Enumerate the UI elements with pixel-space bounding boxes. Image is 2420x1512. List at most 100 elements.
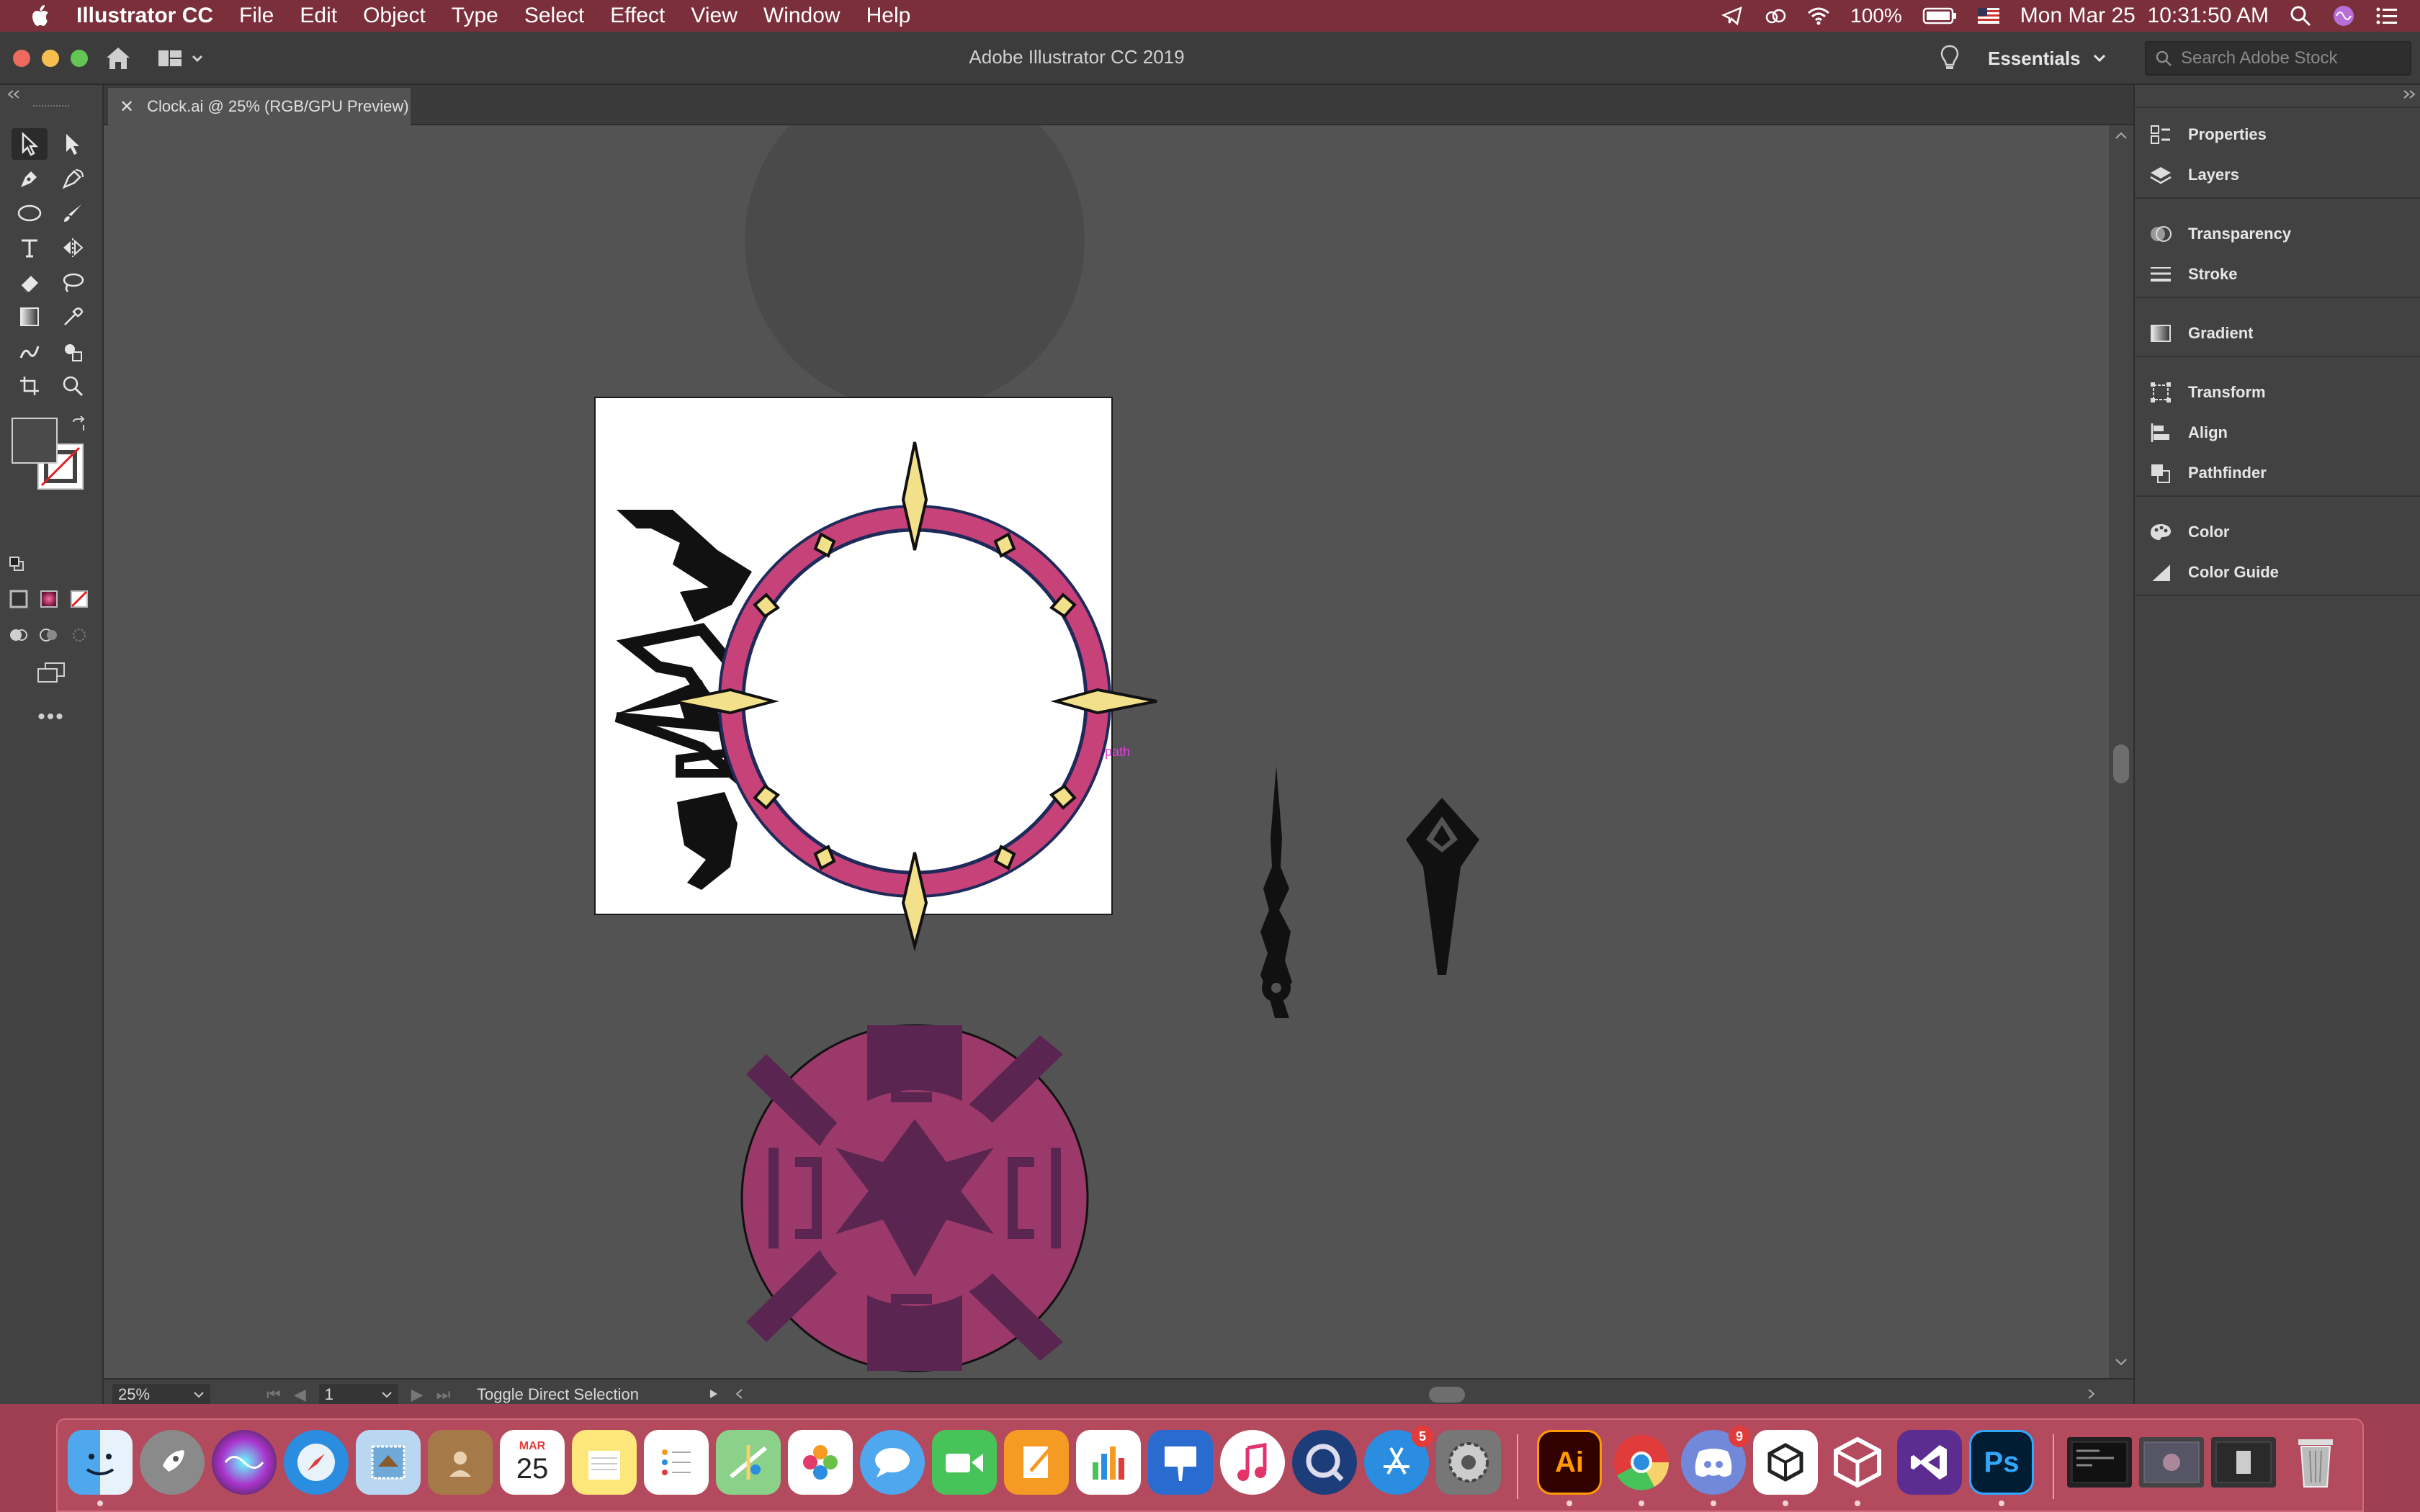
edit-toolbar-button[interactable]: ••• bbox=[33, 701, 69, 733]
panel-color-guide[interactable]: Color Guide bbox=[2148, 554, 2279, 590]
menu-effect[interactable]: Effect bbox=[610, 4, 665, 28]
workspace-dropdown[interactable]: Essentials bbox=[1988, 45, 2107, 72]
selection-tool[interactable] bbox=[12, 128, 48, 160]
tab-clock-ai[interactable]: ✕ Clock.ai @ 25% (RGB/GPU Preview) bbox=[108, 88, 411, 125]
gradient-tool[interactable] bbox=[12, 301, 48, 333]
draw-behind-button[interactable] bbox=[36, 622, 62, 648]
wifi-icon[interactable] bbox=[1807, 4, 1830, 27]
scroll-left-arrow-icon[interactable] bbox=[735, 1388, 743, 1400]
dock-unity-hub[interactable] bbox=[1753, 1430, 1818, 1495]
vertical-scroll-thumb[interactable] bbox=[2113, 744, 2129, 783]
dock-app-store[interactable]: 5 bbox=[1364, 1426, 1433, 1495]
menu-window[interactable]: Window bbox=[763, 4, 841, 28]
first-artboard-icon[interactable]: ⏮ bbox=[266, 1385, 281, 1404]
next-artboard-icon[interactable]: ▶ bbox=[411, 1385, 424, 1404]
panel-transform[interactable]: Transform bbox=[2148, 374, 2266, 410]
fill-swatch-front[interactable] bbox=[12, 418, 58, 464]
dock-visual-studio[interactable] bbox=[1897, 1430, 1962, 1495]
paintbrush-tool[interactable] bbox=[55, 197, 91, 229]
artboard-number-dropdown[interactable]: 1 bbox=[318, 1384, 398, 1405]
dock-siri[interactable] bbox=[212, 1430, 277, 1495]
scroll-down-arrow-icon[interactable] bbox=[2115, 1358, 2128, 1367]
draw-inside-button[interactable] bbox=[66, 622, 92, 648]
swap-fill-stroke-icon[interactable] bbox=[71, 416, 88, 433]
flag-icon[interactable] bbox=[1977, 4, 2000, 27]
status-text[interactable]: Toggle Direct Selection bbox=[477, 1385, 639, 1404]
direct-selection-tool[interactable] bbox=[55, 128, 91, 160]
dock-calendar[interactable]: MAR 25 bbox=[500, 1430, 565, 1495]
status-menu-arrow-icon[interactable] bbox=[709, 1388, 719, 1400]
dock-minimized-photoshop[interactable] bbox=[2211, 1437, 2276, 1488]
eraser-tool[interactable] bbox=[12, 266, 48, 298]
dock-quicktime[interactable] bbox=[1292, 1430, 1357, 1495]
dock-chrome[interactable] bbox=[1609, 1430, 1674, 1495]
menu-file[interactable]: File bbox=[239, 4, 274, 28]
dock-minimized-browser[interactable] bbox=[2139, 1437, 2204, 1488]
eyedropper-tool[interactable] bbox=[55, 301, 91, 333]
dock-photos[interactable] bbox=[788, 1430, 853, 1495]
dock-contacts[interactable] bbox=[428, 1430, 493, 1495]
puppet-warp-tool[interactable] bbox=[12, 336, 48, 367]
dock-minimized-terminal[interactable] bbox=[2067, 1437, 2132, 1488]
shape-builder-tool[interactable] bbox=[55, 336, 91, 367]
last-artboard-icon[interactable]: ⏭ bbox=[436, 1385, 451, 1404]
collapse-toolbar-icon[interactable] bbox=[6, 89, 23, 99]
zoom-tool[interactable] bbox=[55, 370, 91, 402]
previous-artboard-icon[interactable]: ◀ bbox=[294, 1385, 306, 1404]
dock-trash[interactable] bbox=[2283, 1430, 2348, 1495]
panel-properties[interactable]: Properties bbox=[2148, 117, 2267, 153]
notification-center-icon[interactable] bbox=[2375, 4, 2398, 27]
dock-messages[interactable] bbox=[860, 1430, 925, 1495]
dock-discord[interactable]: 9 bbox=[1681, 1426, 1750, 1495]
zoom-level-dropdown[interactable]: 25% bbox=[112, 1384, 210, 1405]
app-name-menu[interactable]: Illustrator CC bbox=[76, 4, 213, 28]
menu-type[interactable]: Type bbox=[452, 4, 498, 28]
menu-edit[interactable]: Edit bbox=[300, 4, 337, 28]
menu-view[interactable]: View bbox=[691, 4, 737, 28]
apple-menu-icon[interactable] bbox=[29, 4, 50, 28]
panel-stroke[interactable]: Stroke bbox=[2148, 256, 2237, 292]
lightbulb-icon[interactable] bbox=[1939, 43, 1960, 72]
pen-tool[interactable] bbox=[12, 163, 48, 194]
dock-keynote[interactable] bbox=[1148, 1430, 1213, 1495]
canvas-area[interactable]: path bbox=[104, 125, 2109, 1378]
dock-pages[interactable] bbox=[1004, 1430, 1069, 1495]
dock-reminders[interactable] bbox=[644, 1430, 709, 1495]
scroll-right-arrow-icon[interactable] bbox=[2087, 1388, 2096, 1400]
dock-notes[interactable] bbox=[572, 1430, 637, 1495]
artboard-tool[interactable] bbox=[12, 370, 48, 402]
dock-illustrator[interactable]: Ai bbox=[1537, 1430, 1602, 1495]
telegram-icon[interactable] bbox=[1721, 4, 1744, 27]
menu-help[interactable]: Help bbox=[866, 4, 911, 28]
screen-mode-button[interactable] bbox=[33, 657, 69, 688]
dock-maps[interactable] bbox=[716, 1430, 781, 1495]
color-mode-button[interactable] bbox=[6, 586, 32, 612]
collapse-panels-icon[interactable] bbox=[2400, 89, 2417, 99]
scroll-up-arrow-icon[interactable] bbox=[2115, 131, 2128, 140]
close-tab-icon[interactable]: ✕ bbox=[120, 96, 134, 117]
draw-normal-button[interactable] bbox=[6, 622, 32, 648]
dock-facetime[interactable] bbox=[932, 1430, 997, 1495]
panel-transparency[interactable]: Transparency bbox=[2148, 216, 2291, 252]
panel-layers[interactable]: Layers bbox=[2148, 157, 2239, 193]
panel-align[interactable]: Align bbox=[2148, 415, 2228, 451]
dock-mail[interactable] bbox=[356, 1430, 421, 1495]
type-tool[interactable] bbox=[12, 232, 48, 264]
spotlight-search-icon[interactable] bbox=[2289, 4, 2312, 27]
panel-gradient[interactable]: Gradient bbox=[2148, 315, 2253, 351]
panel-pathfinder[interactable]: Pathfinder bbox=[2148, 455, 2267, 491]
dock-launchpad[interactable] bbox=[140, 1430, 205, 1495]
lasso-tool[interactable] bbox=[55, 266, 91, 298]
reflect-tool[interactable] bbox=[55, 232, 91, 264]
adobe-stock-search-input[interactable]: Search Adobe Stock bbox=[2145, 41, 2411, 76]
default-fill-stroke-icon[interactable] bbox=[9, 556, 24, 572]
ellipse-tool[interactable] bbox=[12, 197, 48, 229]
battery-icon[interactable] bbox=[1922, 4, 1957, 27]
dock-photoshop[interactable]: Ps bbox=[1969, 1430, 2034, 1495]
creative-cloud-icon[interactable] bbox=[1764, 4, 1787, 27]
horizontal-scroll-thumb[interactable] bbox=[1429, 1387, 1465, 1403]
none-mode-button[interactable] bbox=[66, 586, 92, 612]
menu-object[interactable]: Object bbox=[363, 4, 426, 28]
dock-system-preferences[interactable] bbox=[1436, 1430, 1501, 1495]
dock-safari[interactable] bbox=[284, 1430, 349, 1495]
